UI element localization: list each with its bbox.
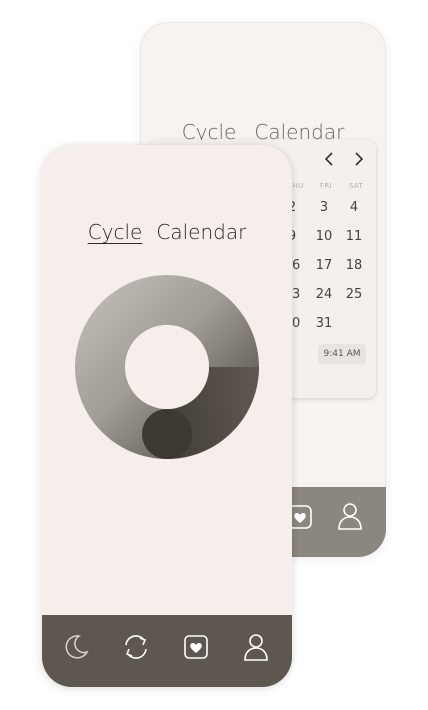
moon-icon[interactable] bbox=[56, 627, 96, 667]
calendar-day[interactable]: 10 bbox=[310, 229, 338, 244]
calendar-day[interactable]: 11 bbox=[340, 229, 368, 244]
top-tabs: Cycle Calendar bbox=[42, 220, 292, 244]
bottom-nav-bar bbox=[42, 615, 292, 687]
calendar-day[interactable]: 18 bbox=[340, 258, 368, 273]
month-navigation bbox=[322, 152, 366, 170]
calendar-day[interactable]: 25 bbox=[340, 287, 368, 302]
heart-icon[interactable] bbox=[176, 627, 216, 667]
chevron-left-icon[interactable] bbox=[322, 152, 336, 170]
app-mockup-stage: Cycle Calendar THU FRI SAT 2 3 4 9 10 11 bbox=[0, 0, 428, 710]
calendar-day[interactable]: 4 bbox=[340, 200, 368, 215]
cycle-ring[interactable] bbox=[75, 275, 259, 459]
weekday-header: SAT bbox=[349, 182, 363, 190]
weekday-header: FRI bbox=[320, 182, 332, 190]
cycle-screen: Cycle Calendar bbox=[42, 145, 292, 687]
time-chip[interactable]: 9:41 AM bbox=[318, 344, 366, 364]
profile-icon[interactable] bbox=[236, 627, 276, 667]
calendar-day[interactable]: 31 bbox=[310, 316, 338, 331]
calendar-day[interactable]: 17 bbox=[310, 258, 338, 273]
chevron-right-icon[interactable] bbox=[352, 152, 366, 170]
cycle-arrows-icon[interactable] bbox=[116, 627, 156, 667]
tab-cycle[interactable]: Cycle bbox=[88, 220, 143, 244]
profile-icon[interactable] bbox=[336, 501, 364, 535]
calendar-day[interactable]: 3 bbox=[310, 200, 338, 215]
calendar-day[interactable]: 24 bbox=[310, 287, 338, 302]
tab-calendar[interactable]: Calendar bbox=[156, 220, 246, 244]
